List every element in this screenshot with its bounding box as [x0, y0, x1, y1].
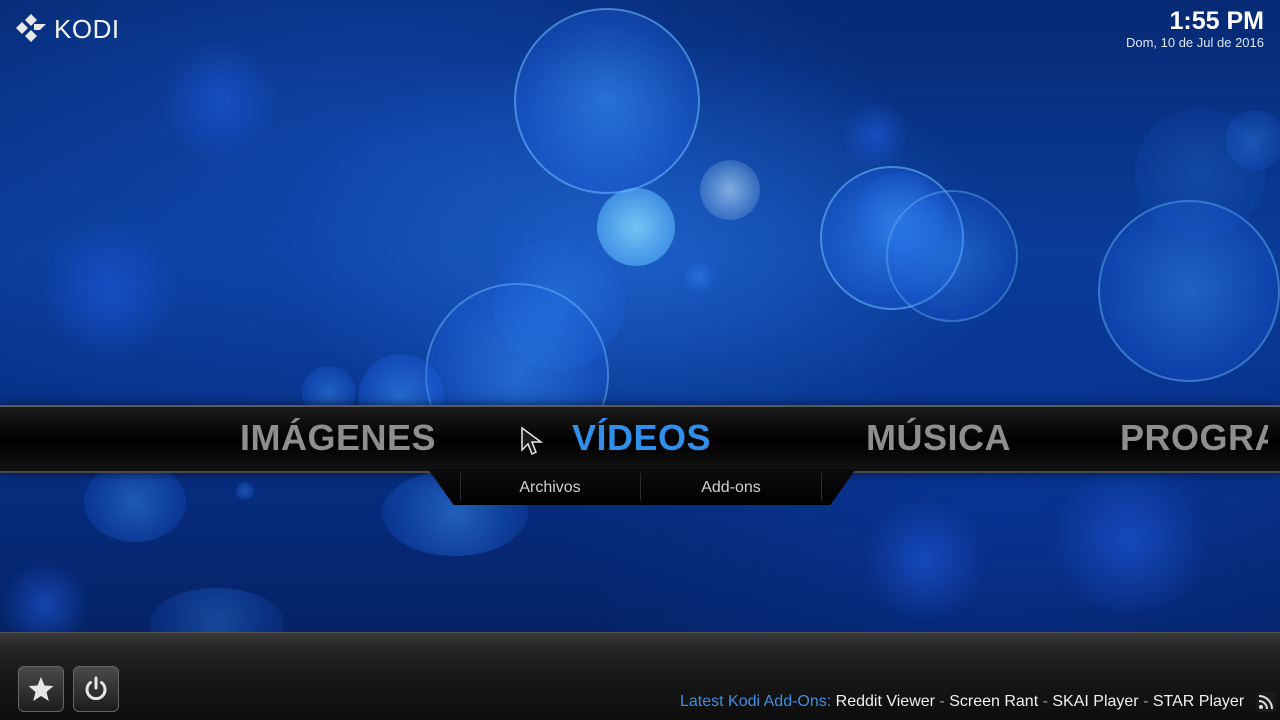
- ticker-separator: -: [939, 693, 945, 710]
- clock-date: Dom, 10 de Jul de 2016: [1125, 35, 1264, 50]
- clock: 1:55 PM Dom, 10 de Jul de 2016: [1126, 6, 1264, 50]
- background-bokeh: [700, 160, 760, 220]
- background-bokeh: [860, 500, 990, 620]
- background-bokeh: [1135, 108, 1265, 238]
- background-bokeh: [856, 172, 946, 262]
- submenu-item-archivos[interactable]: Archivos: [460, 469, 640, 505]
- background-bokeh: [820, 166, 964, 310]
- mouse-pointer-icon: [521, 426, 544, 456]
- menu-item-musica[interactable]: MÚSICA: [866, 417, 1011, 459]
- background-bokeh: [84, 462, 186, 542]
- kodi-logo: KODI: [14, 12, 120, 46]
- kodi-logo-icon: [16, 14, 46, 42]
- background-bokeh: [597, 188, 675, 266]
- background-bokeh: [886, 190, 1018, 322]
- kodi-home-screen: KODI 1:55 PM Dom, 10 de Jul de 2016 IMÁG…: [0, 0, 1280, 720]
- logo-text: KODI: [54, 13, 120, 44]
- submenu: Archivos Add-ons: [428, 469, 856, 505]
- ticker-separator: -: [1143, 693, 1149, 710]
- ticker-separator: -: [1042, 693, 1048, 710]
- menu-item-programas[interactable]: PROGRA: [1120, 417, 1268, 459]
- ticker-item: Screen Rant: [949, 693, 1039, 710]
- background-bokeh: [493, 238, 625, 370]
- background-bokeh: [684, 262, 714, 292]
- clock-time: 1:55 PM: [1169, 7, 1264, 35]
- background-bokeh: [1040, 470, 1220, 610]
- power-button[interactable]: [73, 666, 119, 712]
- favourites-button[interactable]: [18, 666, 64, 712]
- background-bokeh: [1098, 200, 1280, 382]
- background-bokeh: [514, 8, 700, 194]
- power-icon: [85, 676, 107, 701]
- ticker-item: STAR Player: [1152, 693, 1245, 710]
- ticker-item: Reddit Viewer: [835, 693, 935, 710]
- menu-overflow-clip: PROGRA: [1120, 407, 1268, 471]
- star-icon: [28, 677, 54, 701]
- background-bokeh: [840, 100, 910, 170]
- ticker-heading: Latest Kodi Add-Ons:: [680, 693, 832, 710]
- main-menu: IMÁGENES VÍDEOS MÚSICA PROGRA: [0, 405, 1280, 473]
- menu-item-videos[interactable]: VÍDEOS: [572, 417, 711, 459]
- background-bokeh: [1225, 110, 1280, 170]
- rss-ticker[interactable]: Latest Kodi Add-Ons: Reddit Viewer - Scr…: [680, 690, 1250, 714]
- rss-icon: [1258, 695, 1273, 710]
- submenu-item-addons[interactable]: Add-ons: [641, 469, 821, 505]
- background-bokeh: [40, 220, 180, 360]
- background-bokeh: [236, 482, 254, 500]
- ticker-item: SKAI Player: [1052, 693, 1139, 710]
- rss-button[interactable]: [1256, 692, 1276, 712]
- background-bokeh: [160, 40, 280, 160]
- menu-item-imagenes[interactable]: IMÁGENES: [240, 417, 436, 459]
- submenu-divider: [821, 473, 822, 501]
